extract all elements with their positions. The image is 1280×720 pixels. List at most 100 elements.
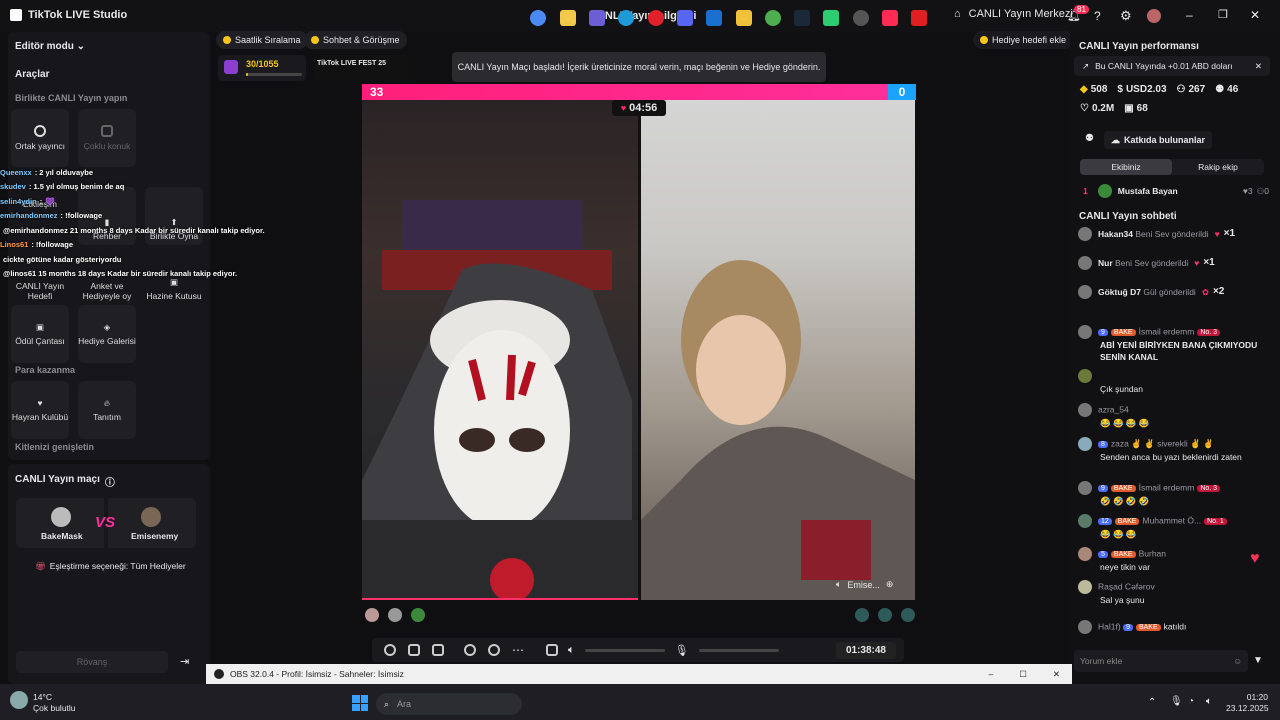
close-icon[interactable]: ✕	[1255, 61, 1262, 72]
mic-icon[interactable]: 🎙︎	[675, 644, 689, 657]
overlay-chat: Queenxx: 2 yıl olduvaybe skudev: 1.5 yıl…	[0, 165, 320, 281]
gift-message: Nur Beni Sev gönderildi ♥ ×1	[1078, 256, 1278, 270]
comment-input[interactable]: Yorum ekle ☺	[1074, 650, 1248, 672]
progress-widget[interactable]: 30/1055	[218, 55, 306, 81]
volume-slider[interactable]	[584, 648, 665, 652]
filter-icon[interactable]: ▼	[1253, 655, 1263, 666]
weather-icon[interactable]	[10, 691, 28, 709]
live-center-button[interactable]: ⌂ CANLI Yayın Merkezi	[954, 8, 1073, 20]
contributor-row[interactable]: 1 Mustafa Bayan ♥ 3 ⚇ 0	[1083, 184, 1269, 198]
opponent-label[interactable]: 🔈︎ Emise... ⊕	[836, 579, 893, 590]
mic-icon[interactable]: 🎙︎	[1170, 696, 1183, 707]
gift-gallery-tool[interactable]: ◈ Hediye Galerisi	[78, 305, 136, 363]
chat-comment: Çık şundan	[1078, 369, 1278, 395]
fan-club-tool[interactable]: ♥ Hayran Kulübü	[11, 381, 69, 439]
calculator-icon[interactable]	[560, 10, 576, 26]
top-gifters-left[interactable]	[365, 608, 431, 622]
close-icon[interactable]: ✕	[1250, 8, 1260, 22]
obs-taskbar-icon[interactable]	[853, 10, 869, 26]
mic-slider[interactable]	[698, 648, 779, 652]
tiktok-taskbar-icon[interactable]	[882, 10, 898, 26]
discord-icon[interactable]	[677, 10, 693, 26]
host-video[interactable]	[362, 100, 638, 600]
taskbar-search[interactable]: ⌕ Ara	[376, 693, 522, 715]
gear-icon[interactable]: ⚙	[1120, 8, 1132, 24]
promote-tool[interactable]: 🔥︎ Tanıtım	[78, 381, 136, 439]
opponent-video[interactable]	[641, 100, 915, 600]
app-icon[interactable]	[823, 10, 839, 26]
performance-title: CANLI Yayın performansı	[1079, 41, 1199, 52]
opera-icon[interactable]	[648, 10, 664, 26]
home-icon: ⌂	[954, 8, 961, 20]
avatar	[1078, 437, 1092, 451]
notification-bell[interactable]: 🔔︎ 81	[1067, 5, 1089, 22]
volume-icon[interactable]: 🔈︎	[1206, 696, 1212, 707]
stream-control-bar: ⋯ 🔈︎ 🎙︎ 01:38:48	[372, 638, 904, 662]
camera-icon[interactable]	[488, 644, 500, 656]
folder-icon[interactable]	[736, 10, 752, 26]
exit-icon[interactable]: ⇥	[180, 655, 189, 668]
avatar	[1078, 580, 1092, 594]
help-icon[interactable]: ⓘ	[105, 474, 115, 489]
add-icon: ⊕	[885, 579, 894, 589]
chat-call-button[interactable]: Sohbet & Görüşme	[304, 31, 407, 49]
obs-window-bar[interactable]: OBS 32.0.4 - Profil: İsimsiz - Sahneler:…	[206, 664, 1072, 684]
avatar[interactable]	[1147, 9, 1161, 23]
co-host-tool[interactable]: Ortak yayıncı	[11, 109, 69, 167]
top-gifters-right[interactable]	[855, 608, 921, 622]
reward-bag-tool[interactable]: ▣ Ödül Çantası	[11, 305, 69, 363]
wifi-icon[interactable]: ◔	[1188, 696, 1194, 707]
more-icon[interactable]: ⋯	[512, 643, 524, 657]
record-icon[interactable]	[464, 644, 476, 656]
chrome-alt-icon[interactable]	[765, 10, 781, 26]
event-banner[interactable]: TikTok LIVE FEST 25	[314, 55, 408, 81]
tab-your-team[interactable]: Ekibiniz	[1080, 159, 1172, 175]
hourly-ranking-button[interactable]: Saatlik Sıralama	[216, 31, 308, 49]
editor-mode-label: Editör modu	[15, 41, 74, 52]
overlay-chat-line: cickte götüne kadar gösteriyordu	[3, 254, 122, 264]
emoji-icon[interactable]: ☺	[1233, 656, 1242, 666]
teams-icon[interactable]	[589, 10, 605, 26]
multi-guest-tool[interactable]: Çoklu konuk	[78, 109, 136, 167]
bag-icon: ▣	[35, 321, 45, 332]
editor-mode-dropdown[interactable]: Editör modu ⌄	[15, 41, 85, 52]
chevron-up-icon[interactable]: ⌃	[1148, 697, 1156, 708]
close-icon[interactable]: ✕	[1053, 669, 1060, 680]
tool-label: CANLI Yayın Hedefi	[15, 280, 65, 301]
contributors-button[interactable]: ☁ Katkıda bulunanlar	[1104, 131, 1213, 149]
overlay-chat-line: Linos61: !followage	[0, 240, 74, 250]
heart-icon: ♥	[1250, 550, 1260, 567]
pairing-option[interactable]: 🎁︎ Eşleştirme seçeneği: Tüm Hediyeler	[35, 561, 186, 572]
avatar	[411, 608, 425, 622]
help-icon[interactable]: ?	[1094, 9, 1101, 23]
youtube-icon[interactable]	[911, 10, 927, 26]
user-icon: ⚉	[1085, 133, 1094, 144]
avatar	[1078, 227, 1092, 241]
weather-widget[interactable]: 14°C Çok bulutlu	[33, 692, 76, 714]
mail-icon[interactable]	[706, 10, 722, 26]
magic-icon[interactable]	[384, 644, 396, 656]
settings-sliders-icon[interactable]	[546, 644, 558, 656]
chat-comment: 9 BAKE İsmail erdemm No. 3 ABİ YENİ BİRİYKE…	[1078, 325, 1278, 363]
windows-start-icon[interactable]	[352, 695, 368, 711]
edge-icon[interactable]	[618, 10, 634, 26]
clock[interactable]: 01:20 23.12.2025	[1226, 692, 1269, 714]
minimize-icon[interactable]: –	[1186, 8, 1193, 22]
chrome-icon[interactable]	[530, 10, 546, 26]
tool-label: Çoklu konuk	[83, 140, 131, 151]
rematch-button[interactable]: Rövanş	[16, 651, 168, 673]
host-video-scene	[362, 200, 638, 600]
maximize-icon[interactable]: ❐	[1218, 8, 1228, 21]
match-score-bar: 33 0	[362, 84, 916, 100]
layout-icon[interactable]	[408, 644, 420, 656]
avatar	[1097, 184, 1112, 198]
speaker-icon[interactable]: 🔈︎	[568, 644, 575, 657]
avatar	[1078, 620, 1092, 634]
screen-icon[interactable]	[432, 644, 444, 656]
steam-icon[interactable]	[794, 10, 810, 26]
minimize-icon[interactable]: –	[989, 669, 994, 679]
gift-goal-button[interactable]: Hediye hedefi ekle	[973, 31, 1074, 49]
maximize-icon[interactable]: ☐	[1019, 669, 1027, 680]
video-divider	[638, 100, 641, 600]
tab-rival-team[interactable]: Rakip ekip	[1172, 159, 1264, 175]
